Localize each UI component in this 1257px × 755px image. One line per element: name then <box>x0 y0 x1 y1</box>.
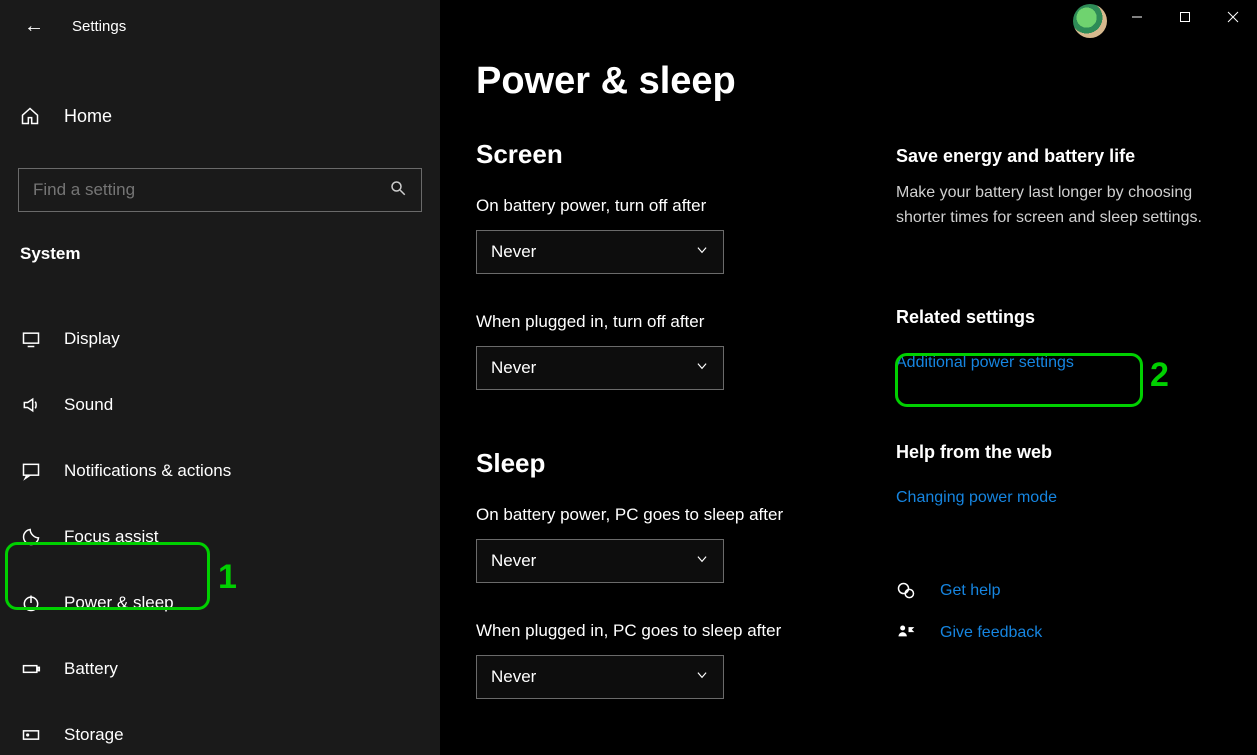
sidebar-item-label: Display <box>64 329 120 349</box>
search-field[interactable] <box>33 180 389 200</box>
related-title: Related settings <box>896 307 1221 328</box>
screen-plugged-label: When plugged in, turn off after <box>476 312 856 332</box>
sleep-battery-label: On battery power, PC goes to sleep after <box>476 505 856 525</box>
chat-help-icon <box>896 581 918 601</box>
sidebar-item-label: Sound <box>64 395 113 415</box>
sidebar: ← Settings Home System Display Sound <box>0 0 440 755</box>
sidebar-item-label: Notifications & actions <box>64 461 231 481</box>
dropdown-value: Never <box>491 667 536 687</box>
sleep-plugged-label: When plugged in, PC goes to sleep after <box>476 621 856 641</box>
dropdown-value: Never <box>491 358 536 378</box>
content-column: Power & sleep Screen On battery power, t… <box>476 60 856 699</box>
storage-icon <box>20 725 42 745</box>
close-button[interactable] <box>1209 0 1257 34</box>
sidebar-item-label: Power & sleep <box>64 593 174 613</box>
feedback-icon <box>896 623 918 643</box>
sound-icon <box>20 395 42 415</box>
sidebar-nav: Display Sound Notifications & actions Fo… <box>0 306 440 755</box>
back-icon[interactable]: ← <box>24 16 44 36</box>
notifications-icon <box>20 461 42 481</box>
chevron-down-icon <box>695 242 709 262</box>
section-sleep-title: Sleep <box>476 448 856 479</box>
window-controls <box>1113 0 1257 34</box>
energy-text: Make your battery last longer by choosin… <box>896 181 1221 231</box>
energy-title: Save energy and battery life <box>896 146 1221 167</box>
sidebar-item-label: Battery <box>64 659 118 679</box>
page-title: Power & sleep <box>476 60 856 103</box>
battery-icon <box>20 659 42 679</box>
screen-plugged-dropdown[interactable]: Never <box>476 346 724 390</box>
section-screen-title: Screen <box>476 139 856 170</box>
sidebar-item-notifications[interactable]: Notifications & actions <box>0 438 440 504</box>
related-link[interactable]: Additional power settings <box>896 354 1074 372</box>
power-icon <box>20 593 42 613</box>
app-title: Settings <box>72 18 126 35</box>
display-icon <box>20 329 42 349</box>
user-avatar[interactable] <box>1073 4 1107 38</box>
sleep-plugged-dropdown[interactable]: Never <box>476 655 724 699</box>
search-icon <box>389 179 407 202</box>
minimize-button[interactable] <box>1113 0 1161 34</box>
chevron-down-icon <box>695 551 709 571</box>
chevron-down-icon <box>695 358 709 378</box>
home-icon <box>20 106 42 126</box>
sidebar-group-label: System <box>0 244 440 264</box>
sidebar-item-display[interactable]: Display <box>0 306 440 372</box>
give-feedback-link[interactable]: Give feedback <box>940 624 1042 642</box>
get-help-row[interactable]: Get help <box>896 581 1221 601</box>
screen-battery-label: On battery power, turn off after <box>476 196 856 216</box>
sidebar-item-sound[interactable]: Sound <box>0 372 440 438</box>
titlebar: ← Settings <box>0 10 440 42</box>
search-input[interactable] <box>18 168 422 212</box>
sidebar-item-power-sleep[interactable]: Power & sleep <box>0 570 440 636</box>
sidebar-item-label: Focus assist <box>64 527 158 547</box>
help-title: Help from the web <box>896 442 1221 463</box>
sidebar-item-battery[interactable]: Battery <box>0 636 440 702</box>
sidebar-item-storage[interactable]: Storage <box>0 702 440 755</box>
home-label: Home <box>64 106 112 127</box>
screen-battery-dropdown[interactable]: Never <box>476 230 724 274</box>
get-help-link[interactable]: Get help <box>940 582 1000 600</box>
sidebar-item-focus-assist[interactable]: Focus assist <box>0 504 440 570</box>
main-content: Power & sleep Screen On battery power, t… <box>440 0 1257 755</box>
focus-assist-icon <box>20 527 42 547</box>
right-column: Save energy and battery life Make your b… <box>896 60 1221 643</box>
give-feedback-row[interactable]: Give feedback <box>896 623 1221 643</box>
help-link[interactable]: Changing power mode <box>896 489 1057 507</box>
sleep-battery-dropdown[interactable]: Never <box>476 539 724 583</box>
chevron-down-icon <box>695 667 709 687</box>
maximize-button[interactable] <box>1161 0 1209 34</box>
dropdown-value: Never <box>491 551 536 571</box>
dropdown-value: Never <box>491 242 536 262</box>
sidebar-item-label: Storage <box>64 725 124 745</box>
sidebar-home[interactable]: Home <box>0 94 440 138</box>
